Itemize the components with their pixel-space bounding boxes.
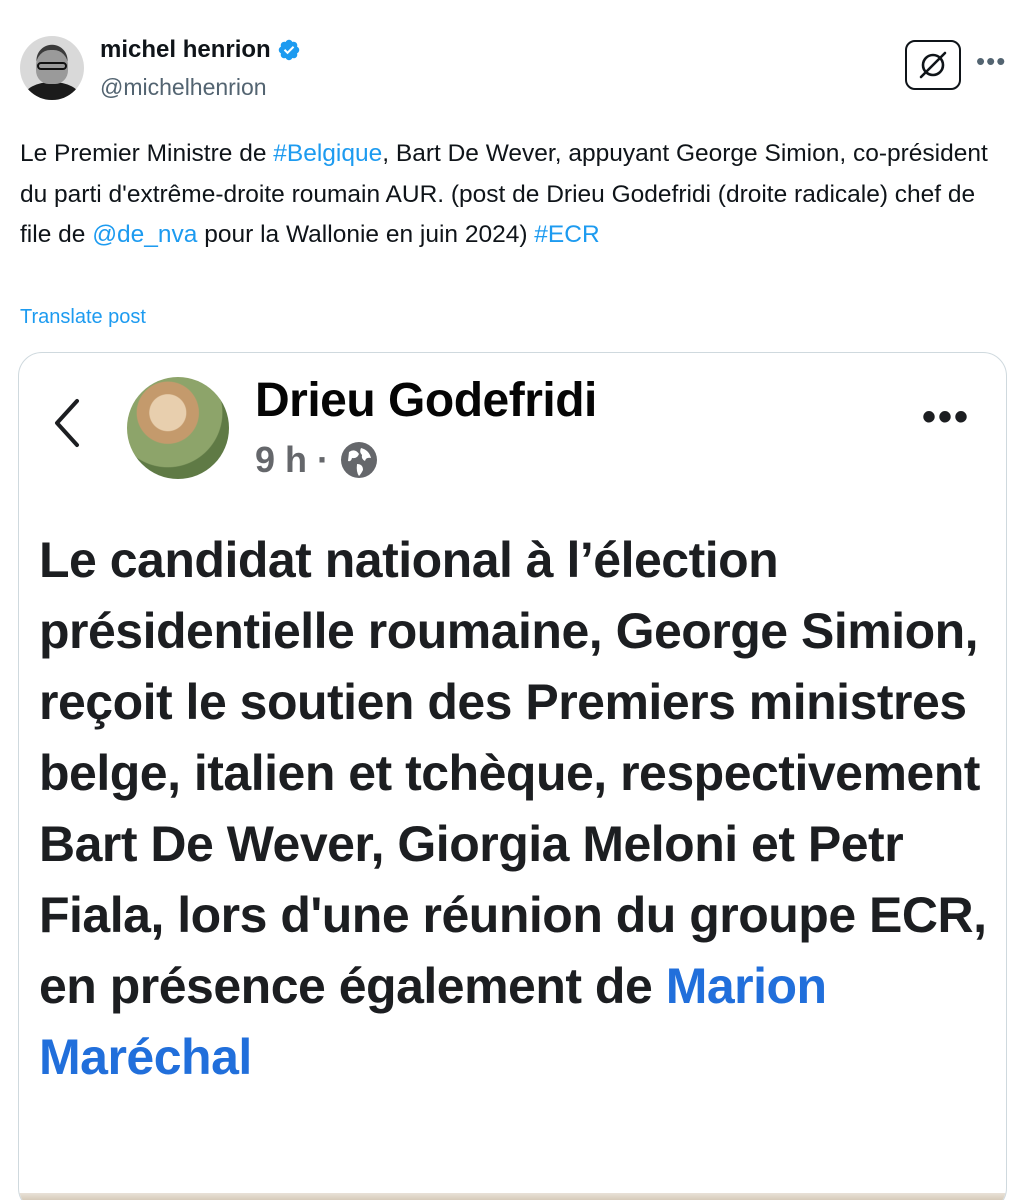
tweet: michel henrion @michelhenrion ••• Le Pre… (0, 0, 1021, 1200)
verified-badge-icon (278, 39, 299, 61)
avatar[interactable] (20, 36, 84, 100)
chevron-left-icon (51, 397, 81, 458)
grok-icon (919, 51, 947, 79)
embedded-post-time: 9 h · (255, 439, 330, 480)
embedded-photo-strip (19, 1193, 1006, 1200)
post-text-segment: Le Premier Ministre de (20, 140, 274, 167)
author-handle[interactable]: @michelhenrion (100, 74, 267, 101)
embedded-post-body: Le candidat national à l’élection présid… (39, 532, 987, 1014)
embedded-more-icon: ••• (922, 395, 971, 439)
more-icon[interactable]: ••• (976, 48, 1006, 74)
translate-post-link[interactable]: Translate post (20, 306, 146, 329)
embedded-screenshot[interactable]: Drieu Godefridi 9 h · ••• Le candidat na… (18, 352, 1007, 1200)
hashtag-link-belgique[interactable]: #Belgique (273, 140, 382, 167)
author-name-row: michel henrion (100, 36, 301, 64)
hashtag-link-ecr[interactable]: #ECR (534, 221, 599, 248)
display-name[interactable]: michel henrion (100, 36, 271, 64)
embedded-post-meta: 9 h · (255, 439, 379, 481)
globe-icon (341, 442, 378, 478)
post-text: Le Premier Ministre de #Belgique, Bart D… (20, 134, 1000, 256)
embedded-post-text: Le candidat national à l’élection présid… (39, 525, 989, 1093)
embedded-author-avatar (127, 377, 229, 479)
grok-button[interactable] (905, 40, 961, 90)
embedded-author-name: Drieu Godefridi (255, 374, 597, 427)
mention-link-de-nva[interactable]: @de_nva (92, 221, 197, 248)
post-text-segment: pour la Wallonie en juin 2024) (197, 221, 535, 248)
